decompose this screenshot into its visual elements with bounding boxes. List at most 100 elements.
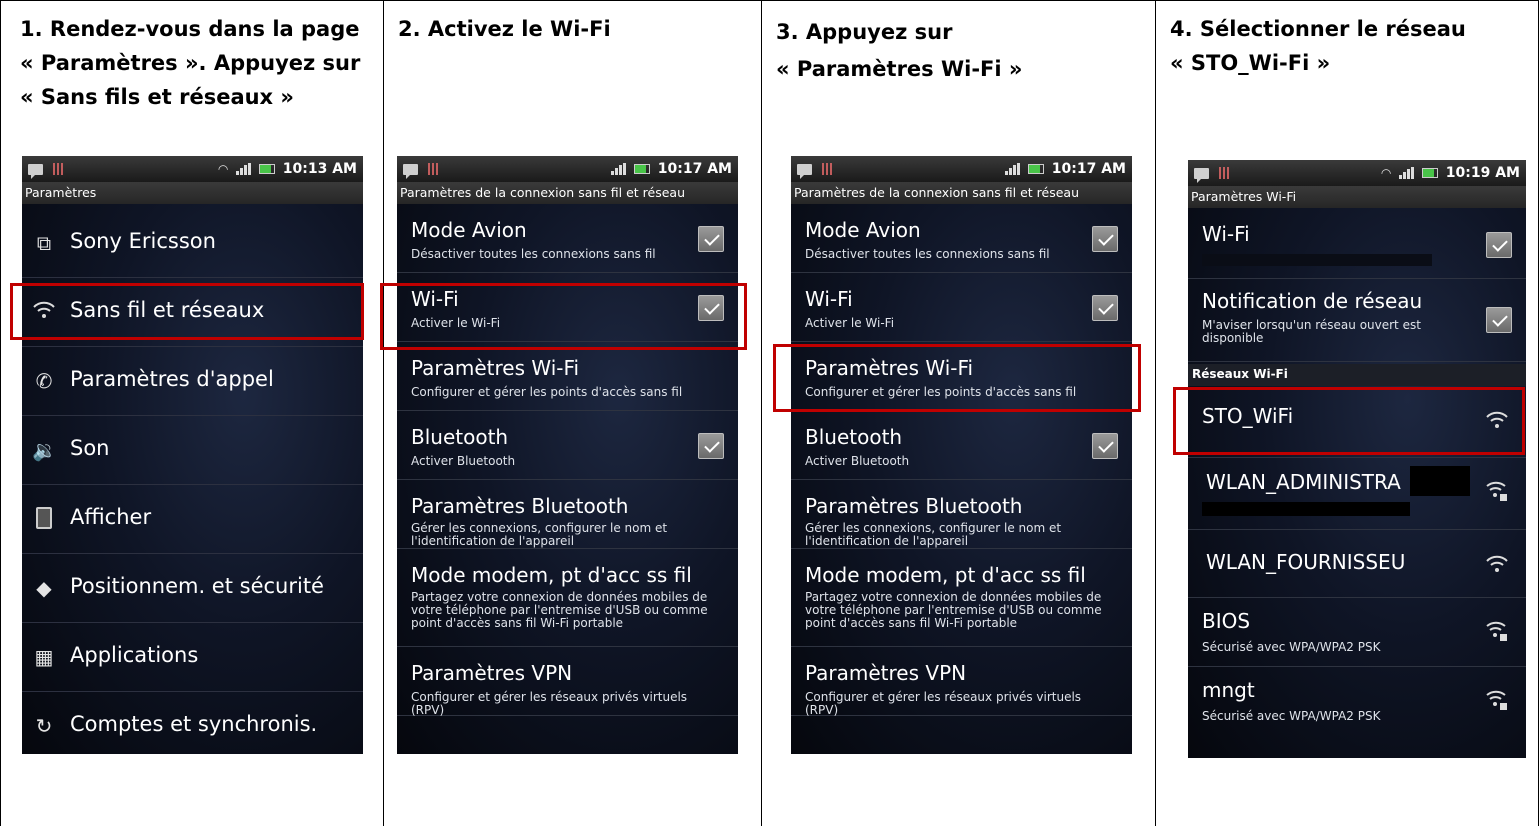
phone-screen-settings: ◠ 10:13 AM Paramètres ⧉ Sony Ericsson Sa… bbox=[22, 156, 363, 754]
screen-header: Paramètres de la connexion sans fil et r… bbox=[791, 182, 1132, 204]
highlight-box bbox=[1173, 387, 1525, 455]
settings-item-sony-ericsson[interactable]: ⧉ Sony Ericsson bbox=[22, 209, 363, 278]
network-item[interactable]: WLAN_FOURNISSEU bbox=[1188, 530, 1526, 598]
wifi-checkbox[interactable] bbox=[1486, 232, 1512, 258]
row-title: Wi-Fi bbox=[1202, 222, 1250, 246]
message-icon bbox=[1194, 167, 1209, 183]
row-checkbox[interactable] bbox=[1092, 433, 1118, 459]
display-icon bbox=[32, 507, 56, 531]
settings-item-label: Paramètres d'appel bbox=[70, 367, 274, 391]
notification-icon bbox=[53, 163, 63, 175]
wifi-status-icon: ◠ bbox=[1381, 166, 1391, 180]
status-time: 10:13 AM bbox=[282, 161, 357, 177]
status-time: 10:19 AM bbox=[1445, 165, 1520, 181]
row-subtitle: Configurer et gérer les points d'accès s… bbox=[411, 385, 683, 399]
wireless-item-param-tres-bluetooth[interactable]: Paramètres Bluetooth Gérer les connexions… bbox=[791, 480, 1132, 549]
highlight-box bbox=[10, 283, 364, 340]
battery-icon bbox=[1421, 168, 1438, 178]
phone-icon: ✆ bbox=[35, 369, 53, 393]
wireless-item-mode-avion[interactable]: Mode Avion Désactiver toutes les connexio… bbox=[791, 204, 1132, 273]
network-security: Sécurisé avec WPA/WPA2 PSK bbox=[1202, 640, 1381, 654]
settings-item-label: Son bbox=[70, 436, 110, 460]
column-divider bbox=[383, 0, 384, 826]
wifi-signal-icon bbox=[1486, 554, 1508, 578]
row-title: Mode modem, pt d'acc ss fil bbox=[411, 563, 692, 587]
phone-screen-wifi-settings: ◠ 10:19 AM Paramètres Wi-Fi Wi-Fi Notifi… bbox=[1188, 160, 1526, 758]
row-subtitle: Activer Bluetooth bbox=[805, 454, 910, 468]
settings-item-call[interactable]: ✆ Paramètres d'appel bbox=[22, 347, 363, 416]
step-1-title: 1. Rendez-vous dans la page « Paramètres… bbox=[20, 17, 361, 109]
section-header: Réseaux Wi-Fi bbox=[1188, 364, 1526, 386]
network-item[interactable]: mngt Sécurisé avec WPA/WPA2 PSK bbox=[1188, 667, 1526, 736]
phone-screen-wireless-step2: 10:17 AM Paramètres de la connexion sans … bbox=[397, 156, 738, 754]
row-checkbox[interactable] bbox=[1092, 295, 1118, 321]
screen-header: Paramètres bbox=[22, 182, 363, 204]
network-item[interactable]: BIOS Sécurisé avec WPA/WPA2 PSK bbox=[1188, 598, 1526, 667]
row-title: Paramètres Wi-Fi bbox=[411, 356, 580, 380]
table-top-border bbox=[0, 0, 1539, 1]
apps-icon: ▦ bbox=[34, 645, 54, 669]
row-subtitle: Activer le Wi-Fi bbox=[805, 316, 895, 330]
notification-icon bbox=[1219, 167, 1229, 179]
network-notification-row[interactable]: Notification de réseau M'aviser lorsqu'u… bbox=[1188, 279, 1526, 362]
wifi-lock-icon bbox=[1486, 620, 1508, 647]
notification-checkbox[interactable] bbox=[1486, 307, 1512, 333]
highlight-box bbox=[380, 283, 747, 350]
row-subtitle: Activer Bluetooth bbox=[411, 454, 516, 468]
row-subtitle: Désactiver toutes les connexions sans fi… bbox=[411, 247, 656, 261]
battery-icon bbox=[633, 164, 650, 174]
row-subtitle: Partagez votre connexion de données mobi… bbox=[805, 590, 1102, 630]
signal-icon bbox=[1398, 167, 1414, 179]
wireless-item-bluetooth[interactable]: Bluetooth Activer Bluetooth bbox=[791, 411, 1132, 480]
highlight-box bbox=[773, 344, 1141, 412]
wireless-item-param-tres-wi-fi[interactable]: Paramètres Wi-Fi Configurer et gérer les … bbox=[397, 342, 738, 411]
wireless-item-param-tres-vpn[interactable]: Paramètres VPN Configurer et gérer les ré… bbox=[791, 647, 1132, 717]
row-checkbox[interactable] bbox=[698, 433, 724, 459]
settings-item-location-security[interactable]: ◆ Positionnem. et sécurité bbox=[22, 554, 363, 623]
status-bar: ◠ 10:19 AM bbox=[1188, 160, 1526, 186]
settings-item-sound[interactable]: 🔉 Son bbox=[22, 416, 363, 485]
message-icon bbox=[797, 163, 812, 179]
row-checkbox[interactable] bbox=[1092, 226, 1118, 252]
notification-icon bbox=[822, 163, 832, 175]
battery-icon bbox=[1027, 164, 1044, 174]
settings-item-accounts-sync[interactable]: ↻ Comptes et synchronis. bbox=[22, 692, 363, 754]
wireless-item-param-tres-vpn[interactable]: Paramètres VPN Configurer et gérer les ré… bbox=[397, 647, 738, 717]
network-name: WLAN_FOURNISSEU bbox=[1206, 550, 1406, 574]
signal-icon bbox=[610, 163, 626, 175]
message-icon bbox=[28, 163, 43, 179]
wireless-item-wi-fi[interactable]: Wi-Fi Activer le Wi-Fi bbox=[791, 273, 1132, 342]
wireless-item-param-tres-bluetooth[interactable]: Paramètres Bluetooth Gérer les connexions… bbox=[397, 480, 738, 549]
column-divider bbox=[1155, 0, 1156, 826]
redacted-text bbox=[1410, 466, 1470, 496]
settings-item-label: Afficher bbox=[70, 505, 152, 529]
table-left-border bbox=[0, 0, 1, 826]
row-subtitle: Configurer et gérer les réseaux privés v… bbox=[411, 690, 688, 717]
speaker-icon: 🔉 bbox=[32, 438, 57, 462]
row-subtitle: Partagez votre connexion de données mobi… bbox=[411, 590, 708, 630]
wifi-toggle-row[interactable]: Wi-Fi bbox=[1188, 210, 1526, 279]
wifi-lock-icon bbox=[1486, 480, 1508, 507]
settings-item-applications[interactable]: ▦ Applications bbox=[22, 623, 363, 692]
settings-item-display[interactable]: Afficher bbox=[22, 485, 363, 554]
device-icon: ⧉ bbox=[36, 231, 52, 255]
notification-icon bbox=[428, 163, 438, 175]
row-title: Notification de réseau bbox=[1202, 289, 1423, 313]
row-subtitle: Gérer les connexions, configurer le nom … bbox=[411, 521, 668, 548]
wireless-item-bluetooth[interactable]: Bluetooth Activer Bluetooth bbox=[397, 411, 738, 480]
network-item[interactable]: WLAN_ADMINISTRA bbox=[1188, 458, 1526, 530]
signal-icon bbox=[235, 163, 251, 175]
settings-item-label: Sony Ericsson bbox=[70, 229, 216, 253]
wireless-item-mode-avion[interactable]: Mode Avion Désactiver toutes les connexio… bbox=[397, 204, 738, 273]
row-title: Paramètres VPN bbox=[411, 661, 573, 685]
row-checkbox[interactable] bbox=[698, 226, 724, 252]
redacted-text bbox=[1202, 502, 1410, 516]
row-subtitle: Gérer les connexions, configurer le nom … bbox=[805, 521, 1062, 548]
status-bar: 10:17 AM bbox=[791, 156, 1132, 182]
row-title: Paramètres Bluetooth bbox=[411, 494, 629, 518]
network-name: WLAN_ADMINISTRA bbox=[1206, 470, 1401, 494]
phone-screen-wireless-step3: 10:17 AM Paramètres de la connexion sans … bbox=[791, 156, 1132, 754]
row-title: Mode Avion bbox=[805, 218, 921, 242]
wireless-item-mode-modem-pt-d-acc-ss-fil[interactable]: Mode modem, pt d'acc ss fil Partagez votr… bbox=[397, 549, 738, 647]
wireless-item-mode-modem-pt-d-acc-ss-fil[interactable]: Mode modem, pt d'acc ss fil Partagez votr… bbox=[791, 549, 1132, 647]
